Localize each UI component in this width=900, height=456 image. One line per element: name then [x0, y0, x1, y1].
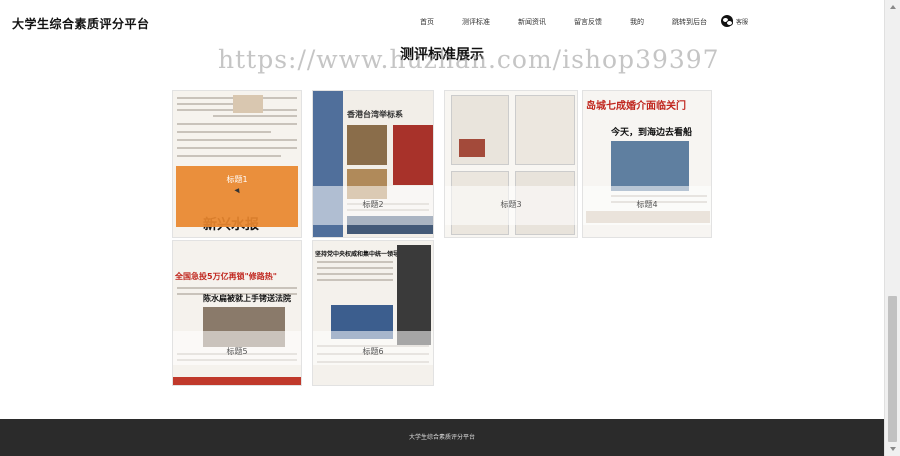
card-title: 标题6	[362, 347, 384, 356]
standard-card-6[interactable]: 坚持党中央权威和集中统一领导 标题6	[312, 240, 434, 386]
thumb-headline: 岛城七成婚介面临关门	[586, 101, 686, 112]
standard-card-4[interactable]: 岛城七成婚介面临关门 今天，到海边去看船 标题4	[582, 90, 712, 238]
site-footer: 大学生综合素质评分平台	[0, 419, 884, 456]
customer-service[interactable]: 客服	[721, 15, 748, 27]
standard-card-3[interactable]: 标题3	[444, 90, 578, 238]
scroll-thumb[interactable]	[888, 296, 897, 442]
site-logo[interactable]: 大学生综合素质评分平台	[12, 15, 150, 32]
card-title: 标题1	[226, 175, 248, 184]
section-title: 测评标准展示	[400, 47, 484, 63]
standard-card-5[interactable]: 全国急投5万亿再锁"修路热" 陈水扁被就上手铐送法院 标题5	[172, 240, 302, 386]
scroll-up-arrow-icon[interactable]	[890, 5, 896, 9]
card-title: 标题2	[362, 200, 384, 209]
scroll-down-arrow-icon[interactable]	[890, 447, 896, 451]
standard-card-2[interactable]: 香港台湾举标系 标题2	[312, 90, 434, 238]
thumb-headline: 今天，到海边去看船	[611, 128, 693, 138]
thumb-headline: 坚持党中央权威和集中统一领导	[315, 251, 400, 258]
card-title: 标题3	[500, 200, 522, 209]
main-nav: 首页 测评标准 新闻资讯 留言反馈 我的 跳转到后台	[420, 17, 735, 27]
nav-home[interactable]: 首页	[420, 17, 434, 27]
thumb-headline: 陈水扁被就上手铐送法院	[203, 294, 291, 303]
vertical-scrollbar[interactable]	[884, 0, 900, 456]
nav-admin[interactable]: 跳转到后台	[672, 17, 707, 27]
card-title: 标题5	[226, 347, 248, 356]
nav-news[interactable]: 新闻资讯	[518, 17, 546, 27]
thumb-headline: 香港台湾举标系	[347, 110, 403, 119]
nav-feedback[interactable]: 留言反馈	[574, 17, 602, 27]
footer-text: 大学生综合素质评分平台	[408, 434, 475, 441]
customer-service-label: 客服	[736, 18, 749, 26]
standard-card-1[interactable]: 新兴水报 标题1	[172, 90, 302, 238]
nav-mine[interactable]: 我的	[630, 17, 644, 27]
card-title: 标题4	[636, 200, 658, 209]
nav-standards[interactable]: 测评标准	[462, 17, 490, 27]
wechat-icon	[721, 15, 733, 27]
site-header: 大学生综合素质评分平台 首页 测评标准 新闻资讯 留言反馈 我的 跳转到后台 客…	[0, 0, 884, 44]
thumb-headline: 全国急投5万亿再锁"修路热"	[175, 272, 277, 281]
